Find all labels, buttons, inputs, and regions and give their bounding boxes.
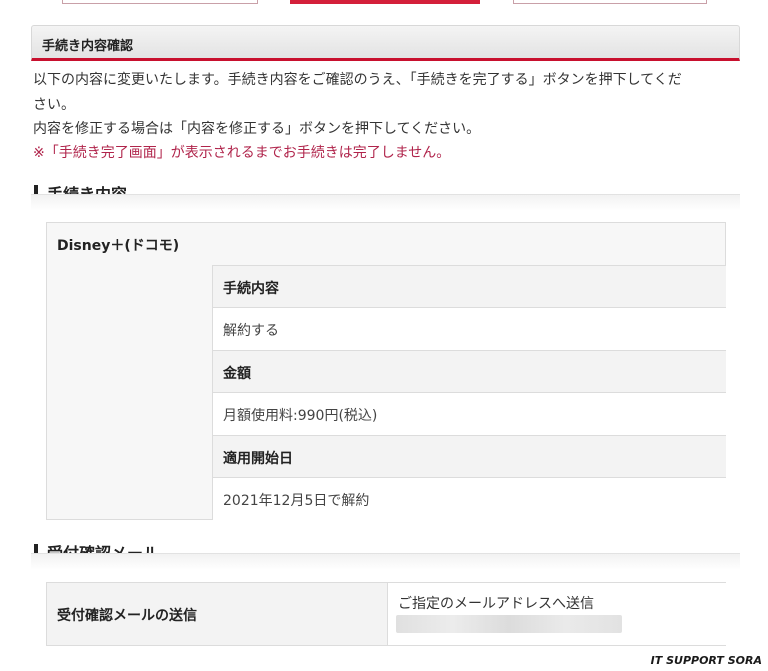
row-value: 月額使用料:990円(税込) — [223, 408, 378, 424]
row-label: 金額 — [223, 366, 251, 382]
instruction-text-2: さい。 — [33, 97, 75, 113]
step-indicator-2-active — [290, 0, 480, 4]
mail-table: 受付確認メールの送信 ご指定のメールアドレスへ送信 — [46, 582, 726, 646]
section-divider — [31, 194, 740, 211]
service-name: Disney＋(ドコモ) — [57, 238, 180, 254]
confirm-header: 手続き内容確認 — [31, 25, 740, 61]
completion-notice: ※「手続き完了画面」が表示されるまでお手続きは完了しません。 — [33, 145, 451, 161]
step-indicator-1 — [62, 0, 258, 4]
instruction-text-3: 内容を修正する場合は「内容を修正する」ボタンを押下してください。 — [33, 121, 481, 137]
row-label: 適用開始日 — [223, 451, 293, 467]
confirm-header-title: 手続き内容確認 — [42, 39, 134, 54]
watermark: IT SUPPORT SORA — [650, 654, 762, 667]
procedure-table: Disney＋(ドコモ) 手続内容 解約する 金額 月額使用料:990円(税込)… — [46, 222, 726, 520]
step-indicator-3 — [513, 0, 707, 4]
table-row-value: 月額使用料:990円(税込) — [212, 392, 726, 435]
instruction-text-1: 以下の内容に変更いたします。手続き内容をご確認のうえ、「手続きを完了する」ボタン… — [33, 72, 682, 88]
progress-steps — [0, 0, 768, 8]
section-divider — [31, 553, 740, 570]
row-label: 手続内容 — [223, 281, 279, 297]
mail-value-cell: ご指定のメールアドレスへ送信 — [387, 583, 726, 645]
table-row-header: 金額 — [212, 350, 726, 393]
table-row-header: 手続内容 — [212, 265, 726, 308]
redacted-email — [396, 615, 622, 633]
mail-label: 受付確認メールの送信 — [57, 608, 197, 624]
mail-value: ご指定のメールアドレスへ送信 — [398, 596, 594, 612]
mail-label-cell: 受付確認メールの送信 — [47, 583, 387, 645]
table-row-value: 2021年12月5日で解約 — [212, 477, 726, 520]
row-value: 2021年12月5日で解約 — [223, 493, 370, 509]
row-value: 解約する — [223, 323, 279, 339]
table-row-header: 適用開始日 — [212, 435, 726, 478]
table-row-value: 解約する — [212, 307, 726, 350]
